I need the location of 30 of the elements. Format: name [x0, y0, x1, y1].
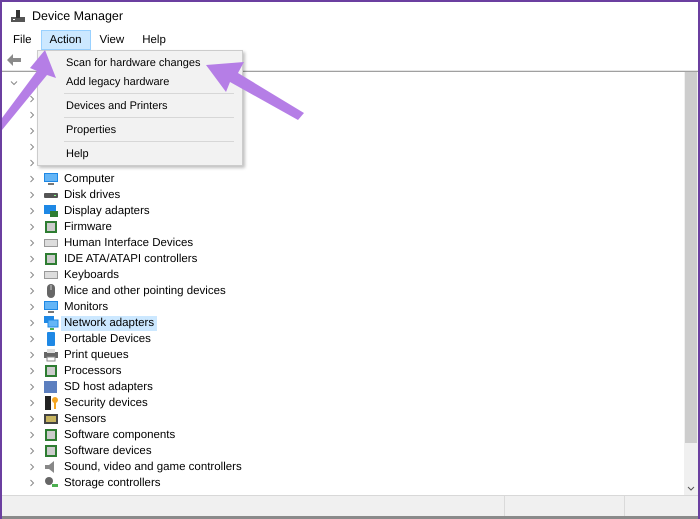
- menu-option[interactable]: Devices and Printers: [66, 96, 168, 115]
- menu-option[interactable]: Add legacy hardware: [66, 72, 170, 91]
- tree-item[interactable]: Monitors: [61, 300, 112, 314]
- menu-item[interactable]: Action: [40, 30, 90, 50]
- tree-item[interactable]: Sensors: [61, 412, 110, 426]
- menu-option[interactable]: Properties: [66, 120, 116, 139]
- tree-item[interactable]: Security devices: [61, 396, 151, 410]
- tree-item[interactable]: Firmware: [61, 220, 115, 234]
- tree-item[interactable]: Processors: [61, 364, 125, 378]
- menu-item[interactable]: File: [4, 30, 41, 50]
- tree-item[interactable]: SD host adapters: [61, 380, 156, 394]
- tree-item[interactable]: Software components: [61, 428, 178, 442]
- tree-item[interactable]: Software devices: [61, 444, 155, 458]
- tree-item[interactable]: Sound, video and game controllers: [61, 460, 245, 474]
- tree-item[interactable]: Human Interface Devices: [61, 236, 196, 250]
- window-title: Device Manager: [32, 9, 124, 23]
- menu-item[interactable]: View: [90, 30, 134, 50]
- tree-item[interactable]: Disk drives: [61, 188, 124, 202]
- menu-item[interactable]: Help: [133, 30, 175, 50]
- tree-item[interactable]: Print queues: [61, 348, 132, 362]
- tree-item[interactable]: Display adapters: [61, 204, 153, 218]
- menu-option[interactable]: Scan for hardware changes: [66, 53, 201, 72]
- tree-item[interactable]: Keyboards: [61, 268, 122, 282]
- tree-item[interactable]: IDE ATA/ATAPI controllers: [61, 252, 200, 266]
- tree-item[interactable]: Network adapters: [61, 316, 158, 330]
- tree-item[interactable]: Computer: [61, 172, 118, 186]
- menu-option[interactable]: Help: [66, 144, 89, 163]
- tree-item[interactable]: Mice and other pointing devices: [61, 284, 229, 298]
- tree-item[interactable]: Storage controllers: [61, 476, 164, 490]
- tree-item[interactable]: Portable Devices: [61, 332, 154, 346]
